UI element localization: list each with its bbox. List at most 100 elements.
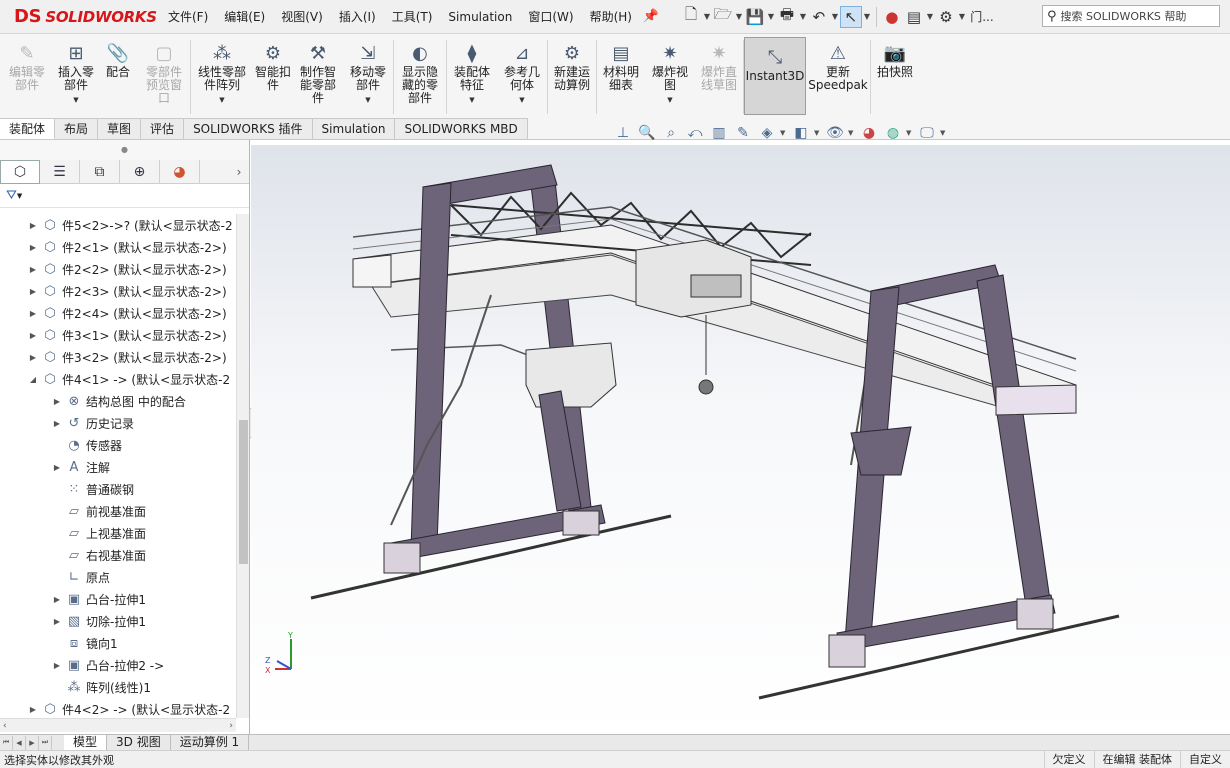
expand-arrow-icon[interactable]: ▶ <box>26 353 40 362</box>
command-tab[interactable]: Simulation <box>312 118 396 139</box>
ribbon-button[interactable]: ⤡ Instant3D <box>744 37 806 115</box>
gantry-crane-model[interactable] <box>251 145 1230 734</box>
display-manager-tab-icon[interactable]: ◕ <box>160 159 200 184</box>
print-icon[interactable]: 🖶 <box>776 5 798 28</box>
print-dropdown-icon[interactable]: ▼ <box>798 12 808 21</box>
chevron-down-icon[interactable]: ▼ <box>469 94 474 107</box>
ribbon-button[interactable]: ✷ 爆炸直 线草图 <box>695 34 743 118</box>
ribbon-button[interactable]: ⊿ 参考几 何体 ▼ <box>497 34 547 118</box>
hide-show-dropdown-icon[interactable]: ▼ <box>848 129 856 137</box>
prev-tab-icon[interactable]: ◀ <box>13 735 26 750</box>
expand-arrow-icon[interactable]: ▶ <box>50 397 64 406</box>
tree-node[interactable]: ∟ 原点 <box>50 566 110 588</box>
property-manager-tab-icon[interactable]: ☰ <box>40 159 80 184</box>
view-settings-monitor-icon[interactable]: 🖵 <box>916 122 938 144</box>
hide-show-items-icon[interactable]: 👁 <box>824 122 846 144</box>
expand-arrow-icon[interactable]: ▶ <box>26 705 40 714</box>
ribbon-button[interactable]: ⁂ 线性零部 件阵列 ▼ <box>191 34 253 118</box>
command-tab[interactable]: SOLIDWORKS 插件 <box>184 118 313 139</box>
apply-scene-icon[interactable]: ◍ <box>882 122 904 144</box>
model-tab[interactable]: 模型 <box>64 734 108 751</box>
menu-item[interactable]: 插入(I) <box>331 0 384 34</box>
tree-node[interactable]: ⁂ 阵列(线性)1 <box>50 676 152 698</box>
select-dropdown-icon[interactable]: ▼ <box>862 12 872 21</box>
undo-icon[interactable]: ↶ <box>808 6 830 28</box>
command-tab[interactable]: 评估 <box>141 118 185 139</box>
tree-vertical-scrollbar[interactable] <box>236 214 249 718</box>
edit-appearance-icon[interactable]: ◕ <box>858 122 880 144</box>
properties-dropdown-icon[interactable]: ▼ <box>925 12 935 21</box>
ribbon-button[interactable]: ✷ 爆炸视 图 ▼ <box>645 34 695 118</box>
ribbon-button[interactable]: 📎 配合 <box>98 34 138 118</box>
panel-grip-handle[interactable]: ● <box>0 140 249 160</box>
tree-node[interactable]: ▶ ▣ 凸台-拉伸2 -> <box>50 654 164 676</box>
help-search-box[interactable]: ⚲ 搜索 SOLIDWORKS 帮助 <box>1042 5 1220 27</box>
feature-manager-tab-icon[interactable]: ⬡ <box>0 159 40 184</box>
view-settings-dropdown-icon[interactable]: ▼ <box>940 129 948 137</box>
command-tab[interactable]: 草图 <box>98 118 142 139</box>
tree-node[interactable]: ▶ ⬡ 件2<3> (默认<显示状态-2>) <box>26 280 227 302</box>
options-dropdown-icon[interactable]: ▼ <box>957 12 967 21</box>
menu-item[interactable]: 帮助(H) <box>582 0 640 34</box>
last-tab-icon[interactable]: ⏭ <box>39 735 52 750</box>
tree-node[interactable]: ▶ ⬡ 件2<4> (默认<显示状态-2>) <box>26 302 227 324</box>
tree-node[interactable]: ▶ A 注解 <box>50 456 110 478</box>
scroll-left-icon[interactable]: ‹ <box>3 721 7 731</box>
expand-arrow-icon[interactable]: ▶ <box>50 463 64 472</box>
command-tab[interactable]: 装配体 <box>0 118 56 139</box>
ribbon-button[interactable]: 📷 拍快照 <box>871 34 919 118</box>
section-view-icon[interactable]: ▥ <box>708 122 730 144</box>
expand-arrow-icon[interactable]: ▶ <box>50 419 64 428</box>
open-folder-icon[interactable]: 🗁 <box>712 5 734 28</box>
view-orientation-icon[interactable]: ◈ <box>756 122 778 144</box>
tree-node[interactable]: ▶ ↺ 历史记录 <box>50 412 134 434</box>
ribbon-button[interactable]: ⇲ 移动零 部件 ▼ <box>343 34 393 118</box>
tree-node[interactable]: ⁙ 普通碳钢 <box>50 478 134 500</box>
tree-node[interactable]: ▱ 上视基准面 <box>50 522 146 544</box>
chevron-down-icon[interactable]: ▼ <box>519 94 524 107</box>
ribbon-button[interactable]: ⚒ 制作智 能零部 件 <box>293 34 343 118</box>
expand-arrow-icon[interactable]: ▶ <box>26 265 40 274</box>
tree-node[interactable]: ▶ ▣ 凸台-拉伸1 <box>50 588 146 610</box>
view-orientation-axis-icon[interactable]: ⊥ <box>612 122 634 144</box>
ribbon-button[interactable]: ◐ 显示隐 藏的零 部件 <box>394 34 446 118</box>
tree-node[interactable]: ▶ ▧ 切除-拉伸1 <box>50 610 146 632</box>
tree-node[interactable]: ⧈ 镜向1 <box>50 632 118 654</box>
previous-view-icon[interactable]: ⤺ <box>684 122 706 144</box>
ribbon-button[interactable]: ▤ 材料明 细表 <box>597 34 645 118</box>
model-tab[interactable]: 运动算例 1 <box>170 734 250 751</box>
tree-node[interactable]: ▱ 前视基准面 <box>50 500 146 522</box>
file-properties-icon[interactable]: ▤ <box>903 6 925 28</box>
search-placeholder[interactable]: 搜索 SOLIDWORKS 帮助 <box>1061 8 1187 24</box>
expand-arrow-icon[interactable]: ▶ <box>26 221 40 230</box>
command-tab[interactable]: 布局 <box>55 118 99 139</box>
dynamic-annotation-icon[interactable]: ✎ <box>732 122 754 144</box>
open-dropdown-icon[interactable]: ▼ <box>734 12 744 21</box>
display-style-icon[interactable]: ◧ <box>790 122 812 144</box>
menu-item[interactable]: 视图(V) <box>273 0 331 34</box>
tree-horizontal-scrollbar[interactable]: ‹ › <box>0 718 236 732</box>
tree-node[interactable]: ◔ 传感器 <box>50 434 122 456</box>
menu-item[interactable]: 编辑(E) <box>216 0 273 34</box>
ribbon-button[interactable]: ⧫ 装配体 特征 ▼ <box>447 34 497 118</box>
new-dropdown-icon[interactable]: ▼ <box>702 12 712 21</box>
dimxpert-tab-icon[interactable]: ⊕ <box>120 159 160 184</box>
tree-node[interactable]: ▶ ⬡ 件3<2> (默认<显示状态-2>) <box>26 346 227 368</box>
filter-dropdown-icon[interactable]: ▼ <box>17 192 22 200</box>
graphics-area[interactable]: Y X Z <box>251 145 1230 734</box>
pin-icon[interactable]: 📌 <box>640 9 662 24</box>
menu-item[interactable]: Simulation <box>440 0 520 34</box>
command-tab[interactable]: SOLIDWORKS MBD <box>395 118 528 139</box>
tree-node[interactable]: ▶ ⬡ 件2<2> (默认<显示状态-2>) <box>26 258 227 280</box>
expand-arrow-icon[interactable]: ▶ <box>50 595 64 604</box>
tree-node[interactable]: ▶ ⬡ 件4<2> -> (默认<显示状态-2 <box>26 698 230 718</box>
chevron-down-icon[interactable]: ▼ <box>219 94 224 107</box>
select-cursor-icon[interactable]: ↖ <box>839 5 862 28</box>
menu-item[interactable]: 文件(F) <box>160 0 216 34</box>
chevron-down-icon[interactable]: ▼ <box>73 94 78 107</box>
chevron-down-icon[interactable]: ▼ <box>365 94 370 107</box>
expand-arrow-icon[interactable]: ▶ <box>26 331 40 340</box>
quick-access-overflow[interactable]: 门... <box>967 6 997 28</box>
solidworks-logo[interactable]: DS SOLIDWORKS <box>0 0 160 34</box>
zoom-to-fit-icon[interactable]: 🔍 <box>636 122 658 144</box>
